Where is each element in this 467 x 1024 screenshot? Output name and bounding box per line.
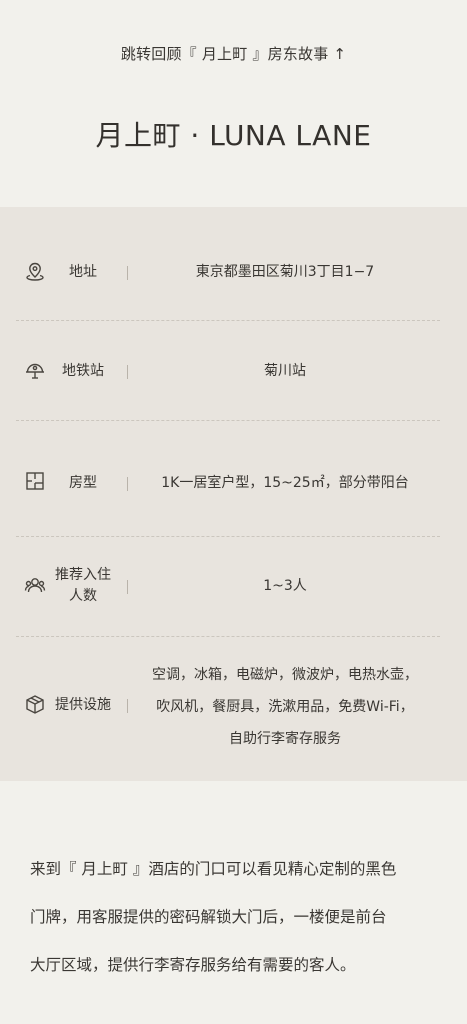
subway-value: 菊川站 [264, 363, 306, 379]
info-row-facilities: 提供设施 空调，冰箱，电磁炉，微波炉，电热水壶， 吹风机，餐厨具，洗漱用品，免费… [16, 637, 440, 781]
subway-label: 地铁站 [62, 363, 104, 379]
location-pin-icon [24, 260, 46, 282]
occupancy-value: 1~3人 [263, 578, 307, 594]
divider [127, 365, 128, 379]
facilities-value-line2: 吹风机，餐厨具，洗漱用品，免费Wi-Fi， [156, 699, 414, 715]
occupancy-label-line1: 推荐入住 [55, 567, 111, 583]
info-row-room-type: 房型 1K一居室户型，15~25㎡，部分带阳台 [16, 421, 440, 537]
info-panel: 地址 東京都墨田区菊川3丁目1−7 地铁站 菊川站 房型 1K一居室户型，15~… [0, 207, 467, 781]
back-to-host-story-link[interactable]: 跳转回顾『 月上町 』房东故事 ↑ [0, 43, 467, 64]
room-type-value: 1K一居室户型，15~25㎡，部分带阳台 [161, 475, 409, 491]
hotel-title: 月上町 · LUNA LANE [95, 119, 372, 152]
header-section: 跳转回顾『 月上町 』房东故事 ↑ 月上町 · LUNA LANE [0, 0, 467, 207]
hotel-description: 来到『 月上町 』酒店的门口可以看见精心定制的黑色 门牌，用客服提供的密码解锁大… [30, 845, 442, 989]
occupancy-label-line2: 人数 [69, 588, 97, 604]
amenities-box-icon [24, 693, 46, 715]
divider [127, 266, 128, 280]
address-value: 東京都墨田区菊川3丁目1−7 [195, 264, 375, 280]
address-label: 地址 [69, 264, 97, 280]
divider [127, 699, 128, 713]
info-row-occupancy: 推荐入住 人数 1~3人 [16, 537, 440, 637]
info-row-subway: 地铁站 菊川站 [16, 321, 440, 421]
subway-station-icon [24, 359, 46, 381]
facilities-label: 提供设施 [55, 697, 111, 713]
people-icon [24, 574, 46, 596]
info-row-address: 地址 東京都墨田区菊川3丁目1−7 [16, 207, 440, 321]
facilities-value: 空调，冰箱，电磁炉，微波炉，电热水壶， 吹风机，餐厨具，洗漱用品，免费Wi-Fi… [138, 659, 432, 755]
room-type-label: 房型 [69, 475, 97, 491]
description-line1: 来到『 月上町 』酒店的门口可以看见精心定制的黑色 [30, 860, 397, 878]
floor-plan-icon [24, 470, 46, 492]
description-line3: 大厅区域，提供行李寄存服务给有需要的客人。 [30, 956, 356, 974]
facilities-value-line1: 空调，冰箱，电磁炉，微波炉，电热水壶， [152, 667, 418, 683]
description-line2: 门牌，用客服提供的密码解锁大门后，一楼便是前台 [30, 908, 387, 926]
occupancy-label: 推荐入住 人数 [50, 565, 116, 607]
facilities-value-line3: 自助行李寄存服务 [229, 731, 341, 747]
divider [127, 477, 128, 491]
divider [127, 580, 128, 594]
